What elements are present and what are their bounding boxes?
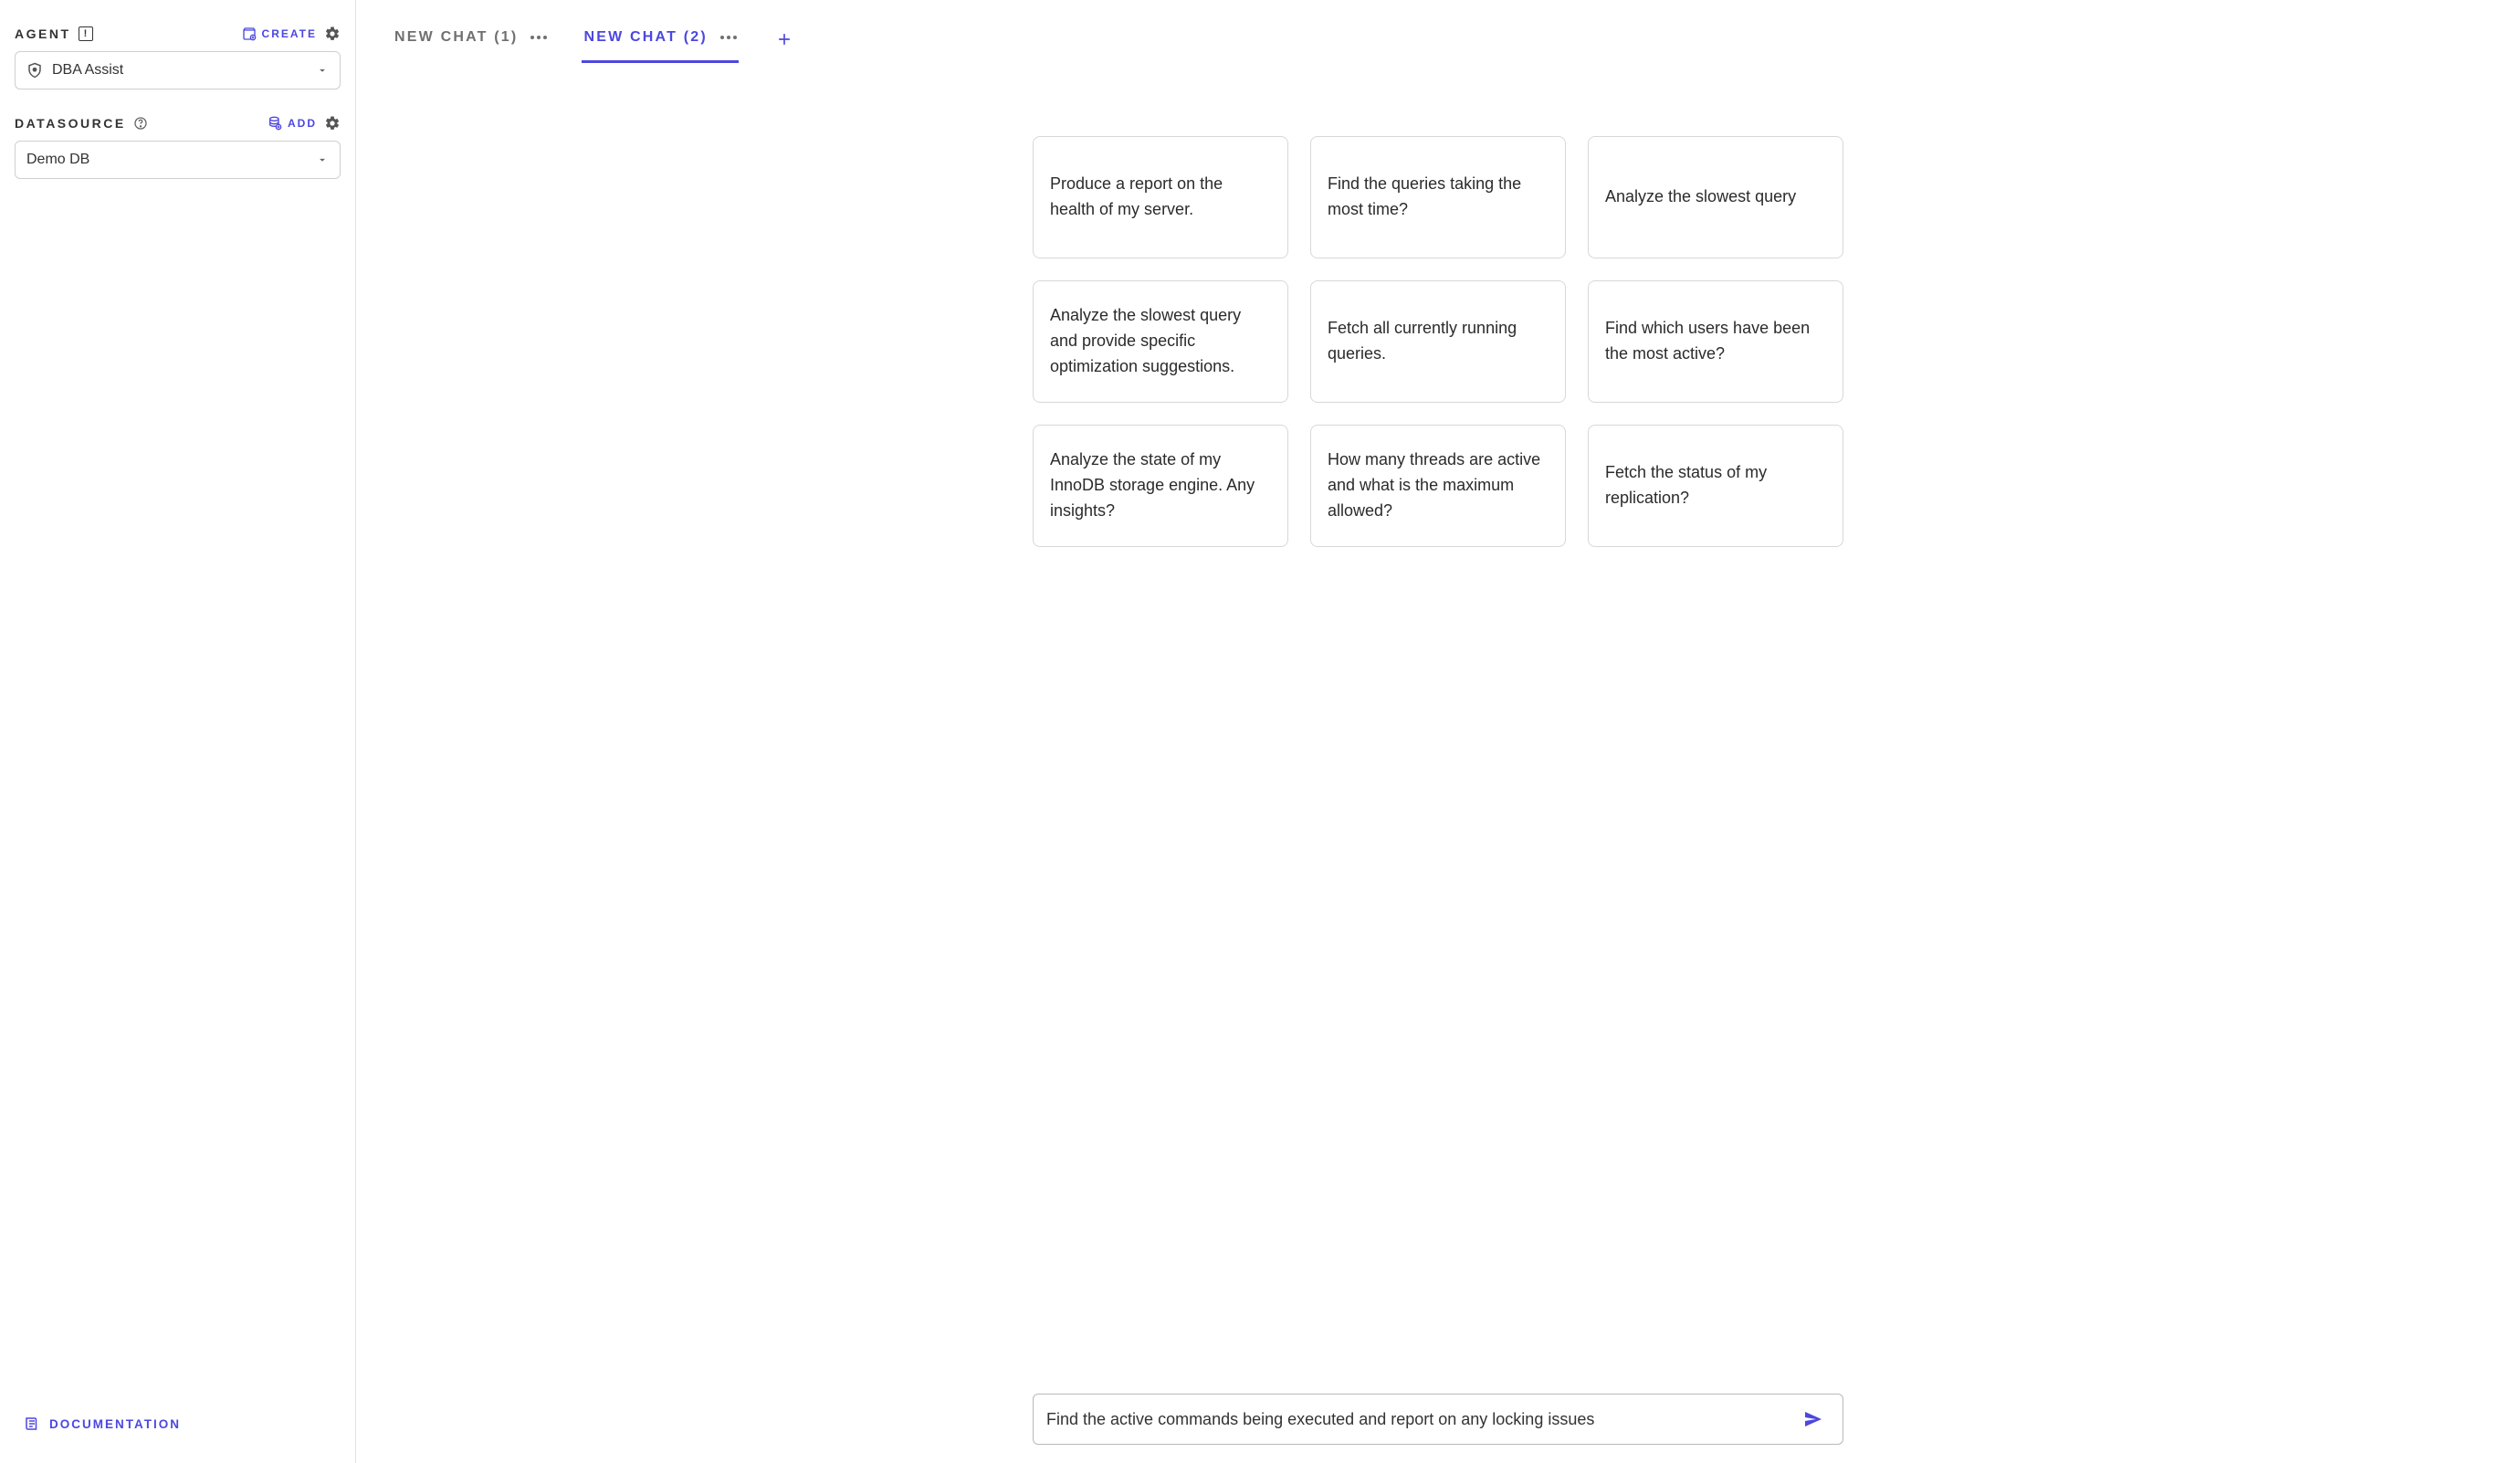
suggestion-card[interactable]: How many threads are active and what is … [1310, 425, 1566, 547]
datasource-add-label: ADD [288, 117, 317, 130]
chat-input-row [1033, 1394, 1843, 1445]
datasource-section: DATASOURCE [15, 115, 341, 179]
datasource-label: DATASOURCE [15, 116, 126, 131]
sidebar: AGENT ! CREATE [0, 0, 356, 1463]
agent-section: AGENT ! CREATE [15, 26, 341, 89]
suggestion-card[interactable]: Produce a report on the health of my ser… [1033, 136, 1288, 258]
suggestion-text: Find which users have been the most acti… [1605, 316, 1826, 367]
add-tab-button[interactable] [772, 28, 797, 52]
suggestion-text: Analyze the state of my InnoDB storage e… [1050, 447, 1271, 524]
agent-actions: CREATE [242, 26, 341, 42]
datasource-add-button[interactable]: ADD [268, 116, 317, 131]
book-icon [24, 1416, 40, 1432]
help-icon[interactable] [133, 116, 148, 131]
suggestion-text: Analyze the slowest query [1605, 184, 1796, 210]
create-agent-icon [242, 26, 257, 41]
agent-label: AGENT [15, 26, 71, 41]
agent-create-label: CREATE [262, 27, 317, 40]
chevron-down-icon [316, 64, 329, 77]
main: NEW CHAT (1) NEW CHAT (2) Produce a repo… [356, 0, 2520, 1463]
suggestion-card[interactable]: Find the queries taking the most time? [1310, 136, 1566, 258]
database-add-icon [268, 116, 282, 131]
suggestion-text: How many threads are active and what is … [1328, 447, 1549, 524]
datasource-title-wrap: DATASOURCE [15, 116, 148, 131]
tab-chat-2[interactable]: NEW CHAT (2) [582, 16, 738, 63]
suggestion-card[interactable]: Fetch all currently running queries. [1310, 280, 1566, 403]
agent-select[interactable]: DBA Assist [15, 51, 341, 89]
shield-icon [26, 62, 43, 79]
suggestion-card[interactable]: Fetch the status of my replication? [1588, 425, 1843, 547]
chat-content: Produce a report on the health of my ser… [356, 63, 2520, 1357]
agent-warning-icon: ! [79, 26, 93, 41]
suggestion-card[interactable]: Find which users have been the most acti… [1588, 280, 1843, 403]
send-icon [1802, 1408, 1824, 1430]
datasource-select-left: Demo DB [26, 152, 89, 168]
datasource-settings-button[interactable] [324, 115, 341, 132]
datasource-actions: ADD [268, 115, 341, 132]
agent-section-header: AGENT ! CREATE [15, 26, 341, 42]
agent-settings-button[interactable] [324, 26, 341, 42]
tab-menu-icon[interactable] [720, 36, 737, 39]
agent-create-button[interactable]: CREATE [242, 26, 317, 41]
datasource-section-header: DATASOURCE [15, 115, 341, 132]
suggestion-grid: Produce a report on the health of my ser… [1033, 136, 1843, 547]
send-button[interactable] [1797, 1403, 1830, 1436]
suggestion-card[interactable]: Analyze the state of my InnoDB storage e… [1033, 425, 1288, 547]
documentation-link[interactable]: DOCUMENTATION [15, 1408, 341, 1448]
tab-label: NEW CHAT (2) [583, 29, 707, 46]
tab-chat-1[interactable]: NEW CHAT (1) [393, 16, 549, 63]
suggestion-card[interactable]: Analyze the slowest query [1588, 136, 1843, 258]
tab-label: NEW CHAT (1) [394, 29, 518, 46]
datasource-select-value: Demo DB [26, 152, 89, 168]
suggestion-text: Fetch the status of my replication? [1605, 460, 1826, 511]
agent-title-wrap: AGENT ! [15, 26, 93, 41]
agent-select-left: DBA Assist [26, 62, 123, 79]
chevron-down-icon [316, 153, 329, 166]
tab-bar: NEW CHAT (1) NEW CHAT (2) [356, 0, 2520, 63]
tab-menu-icon[interactable] [530, 36, 547, 39]
suggestion-text: Fetch all currently running queries. [1328, 316, 1549, 367]
documentation-label: DOCUMENTATION [49, 1417, 181, 1431]
suggestion-card[interactable]: Analyze the slowest query and provide sp… [1033, 280, 1288, 403]
suggestion-text: Analyze the slowest query and provide sp… [1050, 303, 1271, 380]
suggestion-text: Find the queries taking the most time? [1328, 172, 1549, 223]
suggestion-text: Produce a report on the health of my ser… [1050, 172, 1271, 223]
agent-select-value: DBA Assist [52, 62, 123, 79]
datasource-select[interactable]: Demo DB [15, 141, 341, 179]
app-root: AGENT ! CREATE [0, 0, 2520, 1463]
chat-input[interactable] [1046, 1395, 1797, 1444]
